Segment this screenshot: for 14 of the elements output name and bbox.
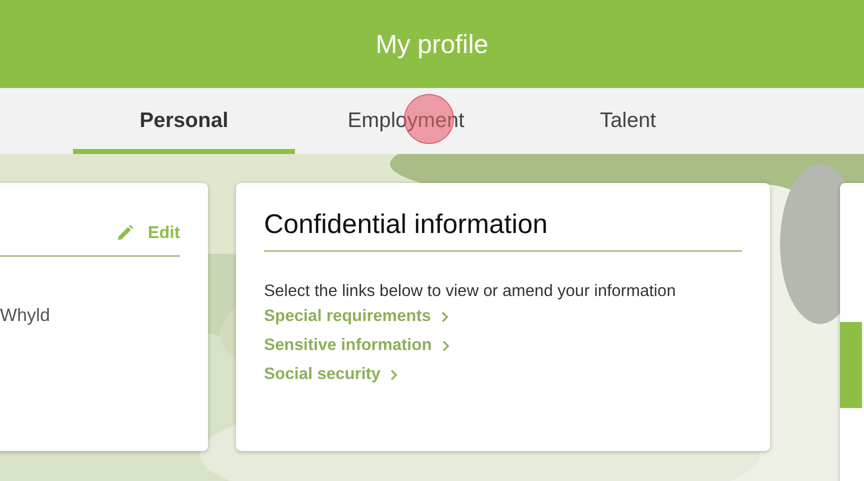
info-link[interactable]: Social security — [264, 365, 398, 384]
profile-name: Whyld — [0, 305, 52, 326]
card-title: Confidential information — [264, 209, 742, 252]
chevron-icon — [390, 368, 398, 380]
page-title: My profile — [376, 28, 488, 60]
pencil-icon — [116, 224, 134, 242]
info-link[interactable]: Special requirements — [264, 307, 449, 326]
intro-text: Select the links below to view or amend your information — [264, 282, 677, 301]
chevron-icon — [442, 340, 450, 352]
profile-tab[interactable]: Talent — [517, 88, 739, 154]
chevron-icon — [440, 310, 449, 322]
edit-button[interactable]: Edit — [148, 223, 180, 243]
info-link[interactable]: Sensitive information — [264, 336, 450, 355]
side-tab[interactable] — [840, 322, 862, 408]
